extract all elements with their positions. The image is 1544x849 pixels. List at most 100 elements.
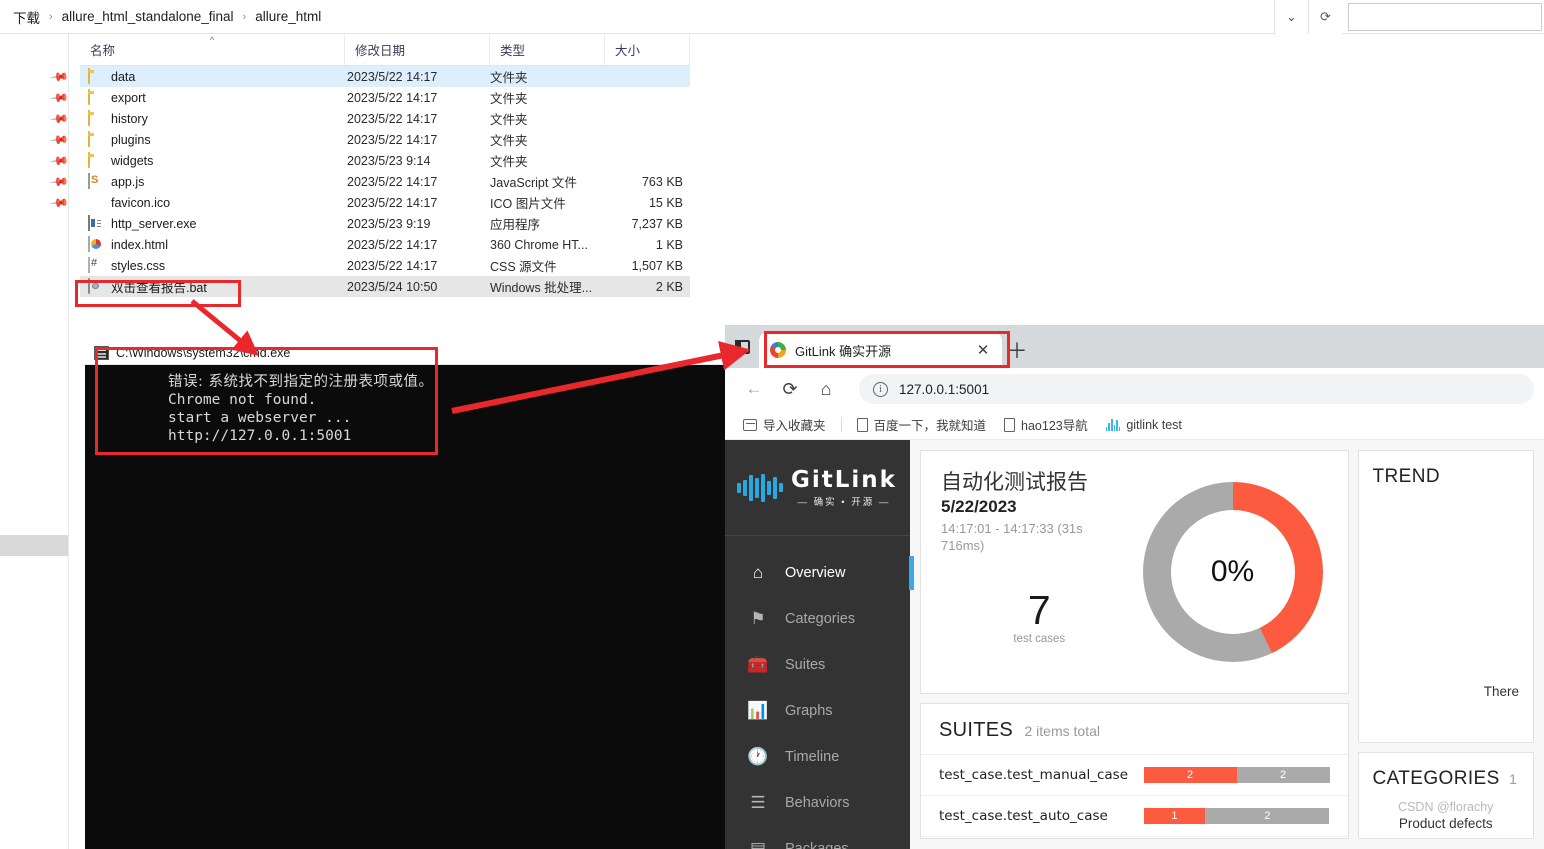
file-type: 文件夹	[490, 155, 528, 169]
table-row[interactable]: data 2023/5/22 14:17 文件夹	[80, 66, 690, 87]
table-row[interactable]: favicon.ico 2023/5/22 14:17 ICO 图片文件 15 …	[80, 192, 690, 213]
column-header-type[interactable]: 类型	[490, 34, 605, 65]
table-row[interactable]: styles.css 2023/5/22 14:17 CSS 源文件 1,507…	[80, 255, 690, 276]
file-type: 文件夹	[490, 134, 528, 148]
file-date: 2023/5/22 14:17	[347, 258, 438, 273]
breadcrumb-item-1[interactable]: allure_html_standalone_final	[57, 7, 239, 26]
list-item[interactable]: 📌	[0, 66, 79, 87]
table-row[interactable]: http_server.exe 2023/5/23 9:19 应用程序 7,23…	[80, 213, 690, 234]
trend-title: TREND	[1372, 466, 1440, 487]
arrow-left-icon[interactable]: ←	[737, 372, 771, 406]
home-icon: ⌂	[752, 563, 764, 582]
file-type: 应用程序	[490, 218, 541, 232]
table-row[interactable]: history 2023/5/22 14:17 文件夹	[80, 108, 690, 129]
table-row[interactable]: app.js 2023/5/22 14:17 JavaScript 文件 763…	[80, 171, 690, 192]
sidebar-item-label: Timeline	[785, 749, 840, 765]
cmd-icon	[94, 345, 109, 360]
search-input[interactable]	[1348, 3, 1542, 31]
pin-icon: 📌	[49, 66, 70, 87]
refresh-icon[interactable]: ⟳	[1308, 0, 1342, 34]
column-header-size[interactable]: 大小	[605, 34, 690, 65]
sidebar-item-label: Categories	[785, 611, 856, 627]
breadcrumb-item-0[interactable]: 下载	[8, 5, 45, 29]
sort-ascending-icon: ^	[210, 35, 215, 45]
file-list: data 2023/5/22 14:17 文件夹 export 2023/5/2…	[80, 66, 690, 297]
sidebar-item-packages[interactable]: ▤ Packages	[725, 826, 910, 849]
chevron-down-icon[interactable]: ⌄	[1274, 0, 1308, 34]
report-date: 5/22/2023	[941, 497, 1017, 516]
suite-status-bar: 1 2	[1143, 808, 1330, 824]
sidebar-item-overview[interactable]: ⌂ Overview	[725, 550, 914, 596]
bookmark-item[interactable]: 百度一下，我就知道	[851, 412, 993, 437]
list-item[interactable]: 📌	[0, 108, 79, 129]
pin-icon: 📌	[49, 129, 70, 150]
explorer-address-bar[interactable]: 下载 › allure_html_standalone_final › allu…	[0, 0, 1544, 34]
cmd-line-2: start a webserver ...	[168, 410, 352, 426]
list-item[interactable]: 📌	[0, 87, 79, 108]
column-header-date[interactable]: 修改日期	[345, 34, 490, 65]
page-icon	[1004, 417, 1016, 432]
browser-tab[interactable]: GitLink 确实开源 ✕	[759, 332, 1002, 368]
suitcase-icon: 🧰	[747, 655, 769, 674]
cmd-line-0: 错误: 系统找不到指定的注册表项或值。	[168, 374, 434, 390]
file-date: 2023/5/22 14:17	[347, 132, 438, 147]
info-circle-icon[interactable]: i	[873, 381, 888, 397]
categories-title: CATEGORIES	[1372, 768, 1500, 789]
browser-tabstrip: GitLink 确实开源 ✕ ＋	[725, 325, 1544, 368]
waveform-icon	[1105, 418, 1121, 431]
sidebar-item-timeline[interactable]: 🕐 Timeline	[725, 734, 910, 780]
file-type: CSS 源文件	[490, 260, 557, 274]
folder-icon	[88, 109, 104, 127]
bookmark-item[interactable]: hao123导航	[998, 412, 1094, 437]
column-header-name[interactable]: 名称 ^	[80, 34, 345, 65]
quick-access-pin-rail: 📌 📌 📌 📌 📌 📌 📌	[0, 66, 79, 213]
bar-segment-unknown: 2	[1236, 767, 1330, 783]
folder-icon	[88, 151, 104, 169]
bar-segment-failed: 1	[1143, 808, 1206, 824]
list-item[interactable]: test_case.test_manual_case 2 2	[921, 755, 1348, 796]
home-icon[interactable]: ⌂	[809, 372, 843, 406]
plus-icon[interactable]: ＋	[1002, 332, 1032, 368]
bookmark-import[interactable]: 导入收藏夹	[737, 412, 832, 437]
sidebar-item-behaviors[interactable]: ☰ Behaviors	[725, 780, 910, 826]
file-date: 2023/5/22 14:17	[347, 111, 438, 126]
table-row-bat-file[interactable]: 双击查看报告.bat 2023/5/24 10:50 Windows 批处理..…	[80, 276, 690, 297]
gitlink-favicon	[770, 342, 786, 358]
breadcrumb-item-2[interactable]: allure_html	[250, 7, 326, 26]
file-type: 文件夹	[490, 71, 528, 85]
file-size: 7,237 KB	[631, 216, 683, 231]
sidebar-item-graphs[interactable]: 📊 Graphs	[725, 688, 910, 734]
suite-name: test_case.test_manual_case	[939, 767, 1129, 783]
bookmark-item[interactable]: gitlink test	[1100, 415, 1188, 435]
gitlink-logo[interactable]: GitLink — 确实 • 开源 —	[725, 440, 910, 536]
sidebar-item-categories[interactable]: ⚑ Categories	[725, 596, 910, 642]
test-case-count-label: test cases	[1013, 633, 1066, 645]
table-row[interactable]: widgets 2023/5/23 9:14 文件夹	[80, 150, 690, 171]
sidebar-item-suites[interactable]: 🧰 Suites	[725, 642, 910, 688]
address-omnibox[interactable]: i 127.0.0.1:5001	[859, 374, 1534, 404]
reload-icon[interactable]: ⟳	[773, 372, 807, 406]
list-item[interactable]: 📌	[0, 192, 79, 213]
browser-window[interactable]: GitLink 确实开源 ✕ ＋ ← ⟳ ⌂ i 127.0.0.1:5001 …	[725, 325, 1544, 849]
file-name: plugins	[111, 132, 151, 147]
exe-icon	[88, 214, 104, 232]
table-row[interactable]: plugins 2023/5/22 14:17 文件夹	[80, 129, 690, 150]
close-icon[interactable]: ✕	[975, 341, 991, 359]
sidebar-item-label: Overview	[785, 565, 846, 581]
bar-segment-unknown: 2	[1205, 808, 1330, 824]
window-restore-icon[interactable]	[725, 325, 759, 368]
table-row[interactable]: export 2023/5/22 14:17 文件夹	[80, 87, 690, 108]
list-item[interactable]: 📌	[0, 171, 79, 192]
html-icon	[88, 235, 104, 253]
sidebar-item-label: Graphs	[785, 703, 833, 719]
file-name: 双击查看报告.bat	[111, 281, 207, 295]
list-item[interactable]: test_case.test_auto_case 1 2	[921, 796, 1348, 837]
report-content: 自动化测试报告 5/22/2023 14:17:01 - 14:17:33 (3…	[910, 440, 1544, 849]
table-row[interactable]: index.html 2023/5/22 14:17 360 Chrome HT…	[80, 234, 690, 255]
nav-pane-selected-item[interactable]	[0, 535, 68, 556]
list-item[interactable]: 📌	[0, 129, 79, 150]
file-name: history	[111, 111, 148, 126]
cmd-title-text: C:\Windows\system32\cmd.exe	[116, 345, 291, 360]
list-item[interactable]: 📌	[0, 150, 79, 171]
file-name: styles.css	[111, 258, 166, 273]
